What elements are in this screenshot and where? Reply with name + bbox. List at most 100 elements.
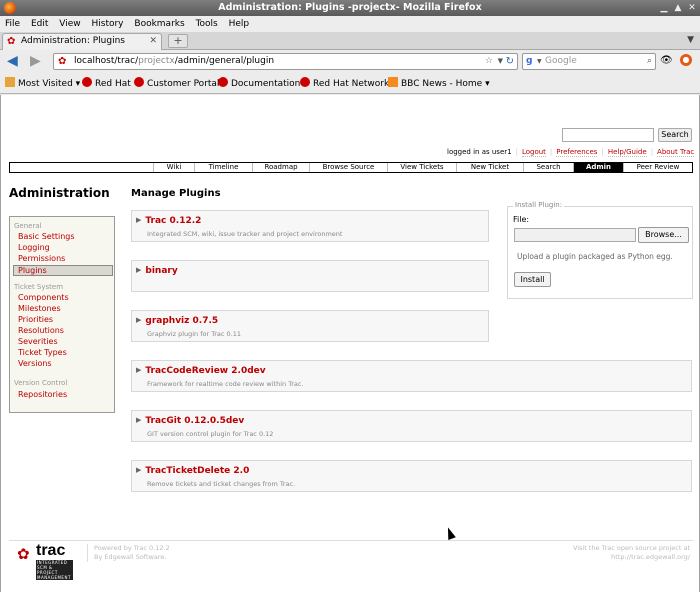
new-tab-button[interactable]: +	[168, 34, 188, 48]
expand-arrow-icon: ▶	[136, 366, 142, 374]
menu-edit[interactable]: Edit	[28, 16, 51, 32]
sidebar-item-priorities[interactable]: Priorities	[18, 315, 53, 324]
search-engine-dropdown-icon[interactable]: ▼	[537, 54, 542, 69]
menu-history[interactable]: History	[88, 16, 126, 32]
bookmark-red-hat-network[interactable]: Red Hat Network	[300, 74, 389, 94]
file-input[interactable]	[514, 228, 636, 242]
google-icon[interactable]: g	[526, 56, 537, 67]
sidebar-item-logging[interactable]: Logging	[18, 243, 50, 252]
bookmark-bbc-news[interactable]: BBC News - Home ▾	[388, 74, 490, 94]
plugin-name[interactable]: ▶ Trac 0.12.2	[136, 216, 201, 226]
plugin-panel[interactable]: ▶ TracGit 0.12.0.5dev GIT version control…	[131, 410, 692, 442]
plugin-panel[interactable]: ▶ Trac 0.12.2 Integrated SCM, wiki, issue…	[131, 210, 489, 242]
nav-browse-source[interactable]: Browse Source	[309, 163, 387, 172]
bookmark-red-hat[interactable]: Red Hat	[82, 74, 131, 94]
install-button[interactable]: Install	[514, 272, 551, 287]
sidebar-item-plugins[interactable]: Plugins	[13, 265, 113, 276]
bookmarks-toolbar: Most Visited ▾ Red Hat Customer Portal D…	[0, 74, 700, 94]
sidebar-item-resolutions[interactable]: Resolutions	[18, 326, 64, 335]
plugin-panel[interactable]: ▶ binary	[131, 260, 489, 292]
nav-admin[interactable]: Admin	[573, 163, 623, 172]
bookmark-star-icon[interactable]: ☆	[485, 54, 493, 69]
install-plugin-fieldset: Install Plugin: File: Browse... Upload a…	[507, 201, 693, 299]
logged-in-label: logged in as user1	[447, 148, 512, 156]
plugin-panel[interactable]: ▶ graphviz 0.7.5 Graphviz plugin for Trac…	[131, 310, 489, 342]
redhat-icon	[134, 77, 144, 87]
menu-view[interactable]: View	[56, 16, 83, 32]
greasemonkey-icon[interactable]: ●	[680, 54, 692, 66]
url-project: projectx	[138, 56, 175, 66]
minimize-icon[interactable]: ▁	[658, 2, 670, 14]
window-title: Administration: Plugins -projectx- Mozil…	[218, 2, 482, 13]
preferences-link[interactable]: Preferences	[556, 148, 598, 157]
tab-admin-plugins[interactable]: ✿ Administration: Plugins ✕	[2, 33, 162, 50]
plugin-name[interactable]: ▶ binary	[136, 266, 178, 276]
plugin-name[interactable]: ▶ TracCodeReview 2.0dev	[136, 366, 266, 376]
search-icon[interactable]: ⌕	[647, 54, 652, 69]
maximize-icon[interactable]: ▲	[672, 2, 684, 14]
sidebar-item-severities[interactable]: Severities	[18, 337, 58, 346]
browse-button[interactable]: Browse...	[638, 227, 689, 243]
search-engine-box[interactable]: g ▼ Google ⌕	[522, 53, 656, 70]
plugin-name[interactable]: ▶ TracTicketDelete 2.0	[136, 466, 249, 476]
nav-search[interactable]: Search	[523, 163, 573, 172]
plugin-description: GIT version control plugin for Trac 0.12	[147, 430, 274, 438]
logo-word: trac	[36, 542, 66, 559]
logo-subtitle: INTEGRATED SCM & PROJECT MANAGEMENT	[36, 560, 73, 580]
expand-arrow-icon: ▶	[136, 316, 142, 324]
admin-heading: Administration	[9, 186, 110, 200]
back-icon[interactable]: ◀	[7, 53, 18, 69]
close-window-icon[interactable]: ✕	[686, 2, 698, 14]
tab-list-icon[interactable]: ▼	[687, 35, 694, 45]
plugin-panel[interactable]: ▶ TracCodeReview 2.0dev Framework for rea…	[131, 360, 692, 392]
nav-timeline[interactable]: Timeline	[194, 163, 252, 172]
about-trac-link[interactable]: About Trac	[657, 148, 695, 157]
window-titlebar: Administration: Plugins -projectx- Mozil…	[0, 0, 700, 16]
nav-roadmap[interactable]: Roadmap	[252, 163, 309, 172]
sidebar-item-milestones[interactable]: Milestones	[18, 304, 61, 313]
sidebar-item-repositories[interactable]: Repositories	[18, 390, 67, 399]
binoculars-icon[interactable]: 👁	[660, 55, 673, 66]
menu-bookmarks[interactable]: Bookmarks	[131, 16, 187, 32]
sidebar-item-basic-settings[interactable]: Basic Settings	[18, 232, 75, 241]
plugin-description: Integrated SCM, wiki, issue tracker and …	[147, 230, 343, 238]
logout-link[interactable]: Logout	[521, 148, 546, 157]
tab-strip: ✿ Administration: Plugins ✕ + ▼	[0, 32, 700, 50]
bookmark-most-visited[interactable]: Most Visited ▾	[5, 74, 80, 94]
trac-search-input[interactable]	[562, 128, 654, 142]
plugin-name[interactable]: ▶ TracGit 0.12.0.5dev	[136, 416, 244, 426]
sidebar-item-versions[interactable]: Versions	[18, 359, 52, 368]
url-bar[interactable]: ✿ localhost/trac/projectx/admin/general/…	[53, 53, 518, 70]
plugin-panel[interactable]: ▶ TracTicketDelete 2.0 Remove tickets and…	[131, 460, 692, 492]
close-tab-icon[interactable]: ✕	[149, 34, 157, 49]
trac-favicon-icon: ✿	[7, 36, 16, 47]
reload-icon[interactable]: ↻	[506, 54, 514, 69]
metanav: logged in as user1 | Logout | Preferences | He…	[447, 148, 695, 157]
bookmark-documentation[interactable]: Documentation	[218, 74, 300, 94]
visit-link[interactable]: http://trac.edgewall.org/	[573, 553, 690, 562]
plugin-name[interactable]: ▶ graphviz 0.7.5	[136, 316, 218, 326]
expand-arrow-icon: ▶	[136, 216, 142, 224]
sidebar-item-components[interactable]: Components	[18, 293, 69, 302]
trac-logo[interactable]: ✿ trac INTEGRATED SCM & PROJECT MANAGEME…	[17, 542, 73, 580]
sidebar-section-ticket-system: Ticket System	[14, 283, 64, 291]
menu-help[interactable]: Help	[226, 16, 253, 32]
nav-peer-review[interactable]: Peer Review	[623, 163, 692, 172]
nav-wiki[interactable]: Wiki	[153, 163, 194, 172]
sidebar-item-permissions[interactable]: Permissions	[18, 254, 65, 263]
page-content: Search logged in as user1 | Logout | Prefere…	[0, 95, 700, 592]
redhat-icon	[218, 77, 228, 87]
menu-tools[interactable]: Tools	[193, 16, 221, 32]
trac-search-button[interactable]: Search	[658, 128, 692, 142]
nav-new-ticket[interactable]: New Ticket	[456, 163, 523, 172]
url-host: localhost/trac/	[74, 56, 139, 66]
help-guide-link[interactable]: Help/Guide	[607, 148, 647, 157]
url-dropdown-icon[interactable]: ▼	[498, 54, 503, 69]
powered-by: Powered by Trac 0.12.2 By Edgewall Softw…	[87, 544, 170, 562]
menu-file[interactable]: File	[2, 16, 23, 32]
mainnav: Wiki Timeline Roadmap Browse Source View…	[9, 162, 693, 173]
forward-icon[interactable]: ▶	[30, 53, 41, 69]
bookmark-customer-portal[interactable]: Customer Portal	[134, 74, 219, 94]
sidebar-item-ticket-types[interactable]: Ticket Types	[18, 348, 67, 357]
nav-view-tickets[interactable]: View Tickets	[387, 163, 456, 172]
